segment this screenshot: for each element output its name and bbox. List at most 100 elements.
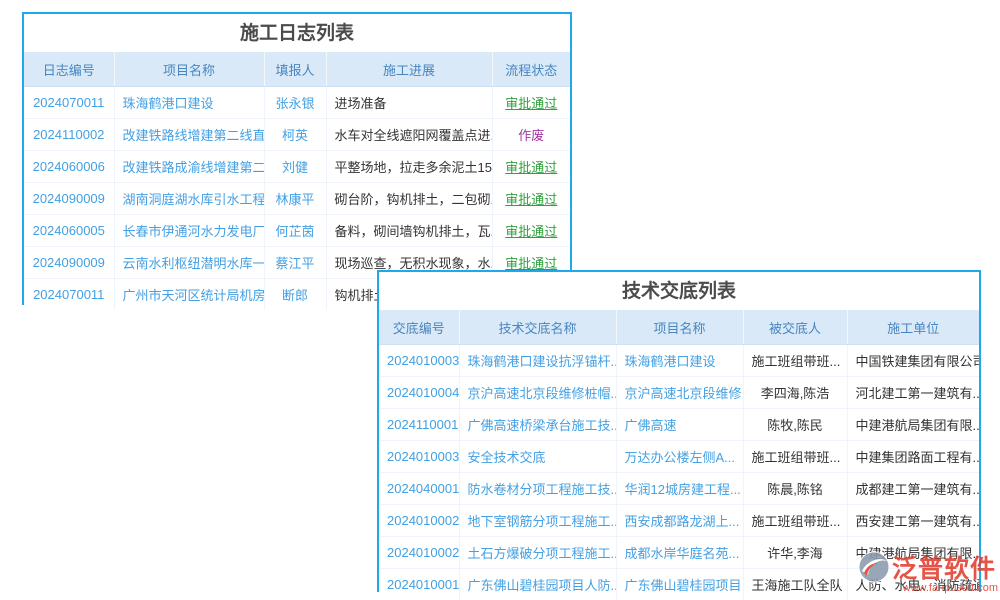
table-cell: 万达办公楼左侧A...	[616, 441, 743, 473]
table-cell: 许华,李海	[743, 537, 847, 569]
cell-link[interactable]: 柯英	[282, 128, 308, 143]
table-cell: 2024060005	[24, 215, 114, 247]
status-badge[interactable]: 审批通过	[505, 160, 557, 175]
cell-link[interactable]: 云南水利枢纽潜明水库一...	[123, 256, 265, 271]
table-cell: 水车对全线遮阳网覆盖点进...	[326, 119, 492, 151]
cell-link[interactable]: 万达办公楼左侧A...	[625, 450, 736, 465]
table-cell: 防水卷材分项工程施工技...	[459, 473, 616, 505]
table-cell: 进场准备	[326, 87, 492, 119]
table-row: 2024110001广佛高速桥梁承台施工技...广佛高速陈牧,陈民中建港航局集团…	[379, 409, 979, 441]
table-cell: 中建港航局集团有限...	[847, 409, 979, 441]
cell-link[interactable]: 西安成都路龙湖上...	[625, 514, 740, 529]
table-cell: 河北建工第一建筑有...	[847, 377, 979, 409]
column-header: 项目名称	[114, 52, 264, 87]
table-cell: 何芷茵	[264, 215, 326, 247]
table-cell: 审批通过	[492, 151, 570, 183]
cell-text: 水车对全线遮阳网覆盖点进...	[335, 128, 493, 143]
header-row: 交底编号技术交底名称项目名称被交底人施工单位	[379, 310, 979, 345]
cell-link[interactable]: 2024010001	[387, 577, 459, 592]
cell-link[interactable]: 防水卷材分项工程施工技...	[468, 482, 617, 497]
cell-link[interactable]: 珠海鹤港口建设	[123, 96, 214, 111]
cell-link[interactable]: 2024090009	[33, 191, 105, 206]
table-row: 2024060005 长春市伊通河水力发电厂... 何芷茵 备料，砌间墙钩机排土，瓦.…	[24, 215, 570, 247]
cell-link[interactable]: 2024110002	[33, 127, 104, 142]
table-cell: 广东佛山碧桂园项目人防...	[459, 569, 616, 600]
cell-link[interactable]: 何芷茵	[275, 224, 314, 239]
cell-link[interactable]: 林康平	[275, 192, 314, 207]
cell-link[interactable]: 珠海鹤港口建设抗浮锚杆...	[468, 354, 617, 369]
cell-link[interactable]: 2024010004	[387, 385, 459, 400]
cell-link[interactable]: 2024090009	[33, 255, 105, 270]
cell-link[interactable]: 湖南洞庭湖水库引水工程...	[123, 192, 265, 207]
table-cell: 2024010001	[379, 569, 459, 600]
cell-link[interactable]: 广佛高速	[625, 418, 677, 433]
cell-link[interactable]: 地下室钢筋分项工程施工...	[468, 514, 617, 529]
cell-text: 李四海,陈浩	[761, 386, 830, 401]
table-cell: 柯英	[264, 119, 326, 151]
table-cell: 审批通过	[492, 183, 570, 215]
status-badge[interactable]: 审批通过	[505, 192, 557, 207]
header-row: 日志编号项目名称填报人施工进展流程状态	[24, 52, 570, 87]
table-cell: 王海施工队全队	[743, 569, 847, 600]
cell-text: 进场准备	[335, 96, 387, 111]
cell-text: 施工班组带班...	[752, 514, 841, 529]
table-cell: 西安成都路龙湖上...	[616, 505, 743, 537]
cell-link[interactable]: 2024010003	[387, 449, 459, 464]
cell-link[interactable]: 广州市天河区统计局机房...	[123, 288, 265, 303]
cell-link[interactable]: 蔡江平	[275, 256, 314, 271]
cell-link[interactable]: 长春市伊通河水力发电厂...	[123, 224, 265, 239]
cell-link[interactable]: 安全技术交底	[468, 450, 546, 465]
status-badge[interactable]: 审批通过	[505, 256, 557, 271]
cell-text: 中国铁建集团有限公司	[856, 354, 980, 369]
cell-text: 施工班组带班...	[752, 450, 841, 465]
status-badge[interactable]: 作废	[518, 128, 544, 143]
cell-link[interactable]: 张永银	[275, 96, 314, 111]
table-row: 2024070011 珠海鹤港口建设 张永银 进场准备 审批通过	[24, 87, 570, 119]
cell-link[interactable]: 2024070011	[33, 287, 104, 302]
cell-link[interactable]: 2024010002	[387, 513, 459, 528]
cell-link[interactable]: 2024040001	[387, 481, 459, 496]
table-cell: 2024010002	[379, 537, 459, 569]
cell-link[interactable]: 土石方爆破分项工程施工...	[468, 546, 617, 561]
cell-link[interactable]: 广东佛山碧桂园项目人防...	[468, 578, 617, 593]
cell-link[interactable]: 2024110001	[387, 417, 458, 432]
cell-link[interactable]: 珠海鹤港口建设	[625, 354, 716, 369]
table-cell: 审批通过	[492, 87, 570, 119]
table-cell: 广东佛山碧桂园项目	[616, 569, 743, 600]
fanpu-url-text: www.fanpusoft.com	[858, 582, 1000, 594]
cell-link[interactable]: 2024060006	[33, 159, 105, 174]
status-badge[interactable]: 审批通过	[505, 96, 557, 111]
cell-link[interactable]: 2024070011	[33, 95, 104, 110]
table-row: 2024040001防水卷材分项工程施工技...华润12城房建工程...陈晨,陈…	[379, 473, 979, 505]
cell-link[interactable]: 2024060005	[33, 223, 105, 238]
cell-link[interactable]: 广东佛山碧桂园项目	[625, 578, 742, 593]
cell-link[interactable]: 2024010002	[387, 545, 459, 560]
cell-text: 备料，砌间墙钩机排土，瓦...	[335, 224, 493, 239]
cell-link[interactable]: 改建铁路成渝线增建第二...	[123, 160, 265, 175]
cell-link[interactable]: 改建铁路线增建第二线直...	[123, 128, 265, 143]
table-cell: 中国铁建集团有限公司	[847, 345, 979, 377]
construction-log-panel: 施工日志列表 日志编号项目名称填报人施工进展流程状态2024070011珠海鹤港…	[22, 12, 572, 305]
cell-link[interactable]: 2024010003	[387, 353, 459, 368]
cell-text: 王海施工队全队	[752, 578, 843, 593]
table-cell: 改建铁路线增建第二线直...	[114, 119, 264, 151]
table-cell: 2024010003	[379, 345, 459, 377]
table-cell: 作废	[492, 119, 570, 151]
cell-link[interactable]: 京沪高速北京段维修桩帽...	[468, 386, 617, 401]
cell-link[interactable]: 华润12城房建工程...	[625, 482, 741, 497]
table-cell: 京沪高速北京段维修	[616, 377, 743, 409]
table-cell: 2024010004	[379, 377, 459, 409]
table-cell: 成都建工第一建筑有...	[847, 473, 979, 505]
column-header: 交底编号	[379, 310, 459, 345]
cell-text: 成都建工第一建筑有...	[856, 482, 980, 497]
status-badge[interactable]: 审批通过	[505, 224, 557, 239]
table-cell: 珠海鹤港口建设	[114, 87, 264, 119]
cell-link[interactable]: 刘健	[282, 160, 308, 175]
table-cell: 蔡江平	[264, 247, 326, 279]
cell-link[interactable]: 京沪高速北京段维修	[625, 386, 742, 401]
fanpu-watermark: 泛普软件 www.fanpusoft.com	[858, 549, 1000, 594]
cell-link[interactable]: 广佛高速桥梁承台施工技...	[468, 418, 617, 433]
table-cell: 广州市天河区统计局机房...	[114, 279, 264, 311]
cell-link[interactable]: 断郎	[282, 288, 308, 303]
cell-link[interactable]: 成都水岸华庭名苑...	[625, 546, 740, 561]
